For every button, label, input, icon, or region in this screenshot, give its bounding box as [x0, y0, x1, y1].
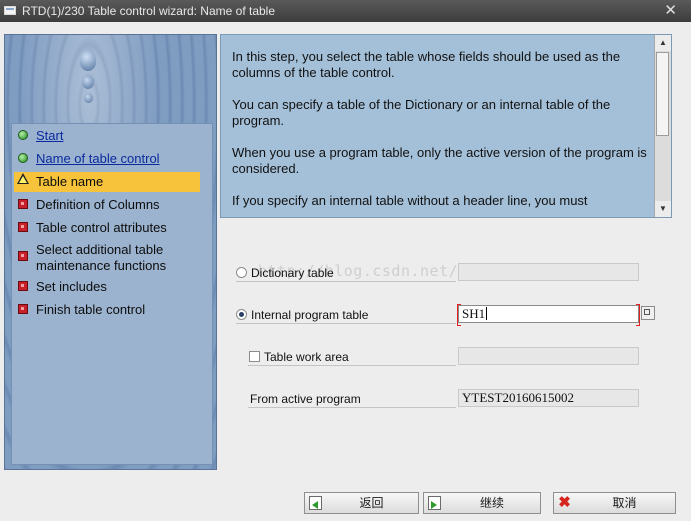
step-label: Finish table control — [36, 302, 146, 317]
text-cursor — [486, 307, 488, 320]
red-square-icon — [18, 281, 28, 291]
divider — [248, 407, 456, 408]
step-finish-table-control: Finish table control — [14, 302, 200, 320]
step-set-includes: Set includes — [14, 279, 200, 297]
cancel-icon: ✖ — [558, 494, 571, 511]
step-help-text: In this step, you select the table whose… — [220, 34, 672, 218]
divider — [236, 323, 456, 324]
continue-icon — [428, 496, 441, 510]
from-active-program-field: YTEST20160615002 — [458, 389, 639, 407]
window-app-icon — [4, 6, 16, 15]
back-button[interactable]: 返回 — [304, 492, 419, 514]
water-drop-image — [84, 93, 93, 103]
green-light-icon — [18, 130, 28, 140]
internal-program-table-value: SH1 — [462, 306, 486, 321]
scroll-up-icon[interactable]: ▲ — [655, 35, 671, 51]
cancel-button-label: 取消 — [612, 496, 637, 510]
water-drop-image — [80, 49, 96, 71]
continue-button-label: 继续 — [479, 496, 504, 510]
scroll-down-icon[interactable]: ▼ — [655, 201, 671, 217]
step-definition-of-columns: Definition of Columns — [14, 197, 200, 215]
divider — [248, 365, 456, 366]
internal-program-table-label[interactable]: Internal program table — [251, 308, 368, 322]
window-title: RTD(1)/230 Table control wizard: Name of… — [22, 4, 276, 18]
red-square-icon — [18, 222, 28, 232]
help-paragraph: If you specify an internal table without… — [232, 193, 588, 208]
step-label: Table control attributes — [36, 220, 167, 235]
step-name-of-table-control[interactable]: Name of table control — [14, 151, 200, 169]
step-table-control-attributes: Table control attributes — [14, 220, 200, 238]
divider — [236, 281, 456, 282]
dictionary-table-field[interactable] — [458, 263, 639, 281]
step-label: Definition of Columns — [36, 197, 160, 212]
internal-program-table-radio[interactable] — [236, 309, 247, 320]
step-label[interactable]: Name of table control — [36, 151, 202, 167]
scroll-thumb[interactable] — [656, 52, 669, 136]
green-light-icon — [18, 153, 28, 163]
back-button-label: 返回 — [359, 496, 384, 510]
step-label: Set includes — [36, 279, 107, 294]
step-label: Select additional table maintenance func… — [36, 242, 167, 273]
wizard-side-panel: Start Name of table control Table name D… — [4, 34, 217, 470]
red-square-icon — [18, 199, 28, 209]
step-start[interactable]: Start — [14, 128, 200, 146]
value-help-icon[interactable] — [641, 306, 655, 320]
help-scrollbar[interactable]: ▲ ▼ — [654, 35, 671, 217]
table-work-area-field — [458, 347, 639, 365]
continue-button[interactable]: 继续 — [423, 492, 541, 514]
dictionary-table-radio[interactable] — [236, 267, 247, 278]
step-table-name: Table name — [14, 172, 200, 192]
step-label: Table name — [36, 174, 104, 189]
from-active-program-row: From active program — [236, 390, 456, 408]
water-drop-image — [82, 75, 94, 89]
cancel-button[interactable]: ✖ 取消 — [553, 492, 676, 514]
step-label[interactable]: Start — [36, 128, 202, 144]
red-square-icon — [18, 251, 28, 261]
help-paragraph: You can specify a table of the Dictionar… — [232, 97, 611, 128]
internal-program-table-input[interactable]: SH1 — [457, 304, 640, 326]
warning-icon — [17, 173, 29, 184]
wizard-step-list: Start Name of table control Table name D… — [11, 123, 213, 465]
dictionary-table-label[interactable]: Dictionary table — [251, 266, 334, 280]
back-icon — [309, 496, 322, 510]
close-icon[interactable]: ✕ — [664, 0, 677, 22]
table-work-area-checkbox[interactable] — [249, 351, 260, 362]
red-square-icon — [18, 304, 28, 314]
help-text-body: In this step, you select the table whose… — [232, 49, 652, 217]
help-paragraph: When you use a program table, only the a… — [232, 145, 647, 176]
step-select-additional-functions: Select additional table maintenance func… — [14, 242, 200, 276]
window-titlebar: RTD(1)/230 Table control wizard: Name of… — [0, 0, 691, 22]
help-paragraph: In this step, you select the table whose… — [232, 49, 621, 80]
from-active-program-label: From active program — [250, 392, 361, 406]
table-work-area-label[interactable]: Table work area — [264, 350, 349, 364]
